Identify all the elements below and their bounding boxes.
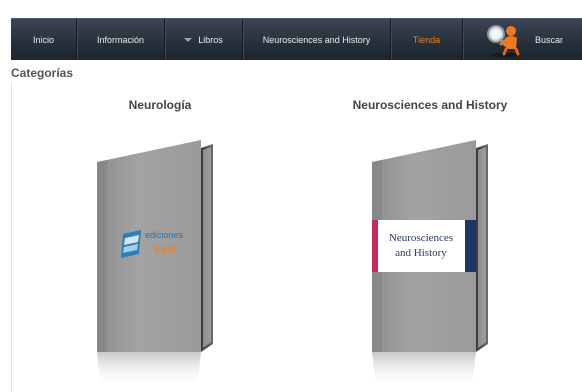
nav-item-inicio[interactable]: Inicio — [11, 19, 77, 60]
book-cover-neurologia[interactable]: ediciones SEN — [93, 138, 221, 388]
nav-item-label: Neurosciences and History — [262, 34, 371, 45]
nav-item-label: Información — [96, 34, 145, 45]
cover-text-and-history: and History — [395, 247, 447, 259]
content-border — [11, 82, 12, 392]
search-person-icon — [487, 24, 520, 57]
main-navigation: Inicio Información Libros Neurosciences … — [11, 18, 582, 60]
logo-text-sen: SEN — [153, 244, 176, 256]
chevron-down-icon — [184, 37, 193, 42]
nav-item-label: Tienda — [412, 34, 441, 45]
nav-item-informacion[interactable]: Información — [77, 19, 165, 60]
category-title-neurosciences-history[interactable]: Neurosciences and History — [320, 98, 540, 112]
nav-item-buscar[interactable]: Buscar — [463, 19, 582, 60]
cover-text-neurosciences: Neurosciences — [389, 232, 453, 244]
nav-item-libros[interactable]: Libros — [165, 19, 243, 60]
nav-item-label: Libros — [198, 34, 223, 45]
book-cover-neurosciences-history[interactable]: Neurosciences and History — [368, 138, 496, 388]
logo-text-ediciones: ediciones — [145, 230, 184, 240]
nav-item-label: Buscar — [535, 34, 564, 45]
nav-item-tienda[interactable]: Tienda — [391, 19, 463, 60]
top-strip — [0, 0, 582, 18]
nav-item-label: Inicio — [32, 34, 54, 45]
categories-heading: Categorías — [11, 66, 74, 80]
category-title-neurologia[interactable]: Neurología — [90, 98, 230, 112]
ediciones-sen-logo — [121, 230, 141, 258]
nav-item-neurosciences-history[interactable]: Neurosciences and History — [243, 19, 391, 60]
